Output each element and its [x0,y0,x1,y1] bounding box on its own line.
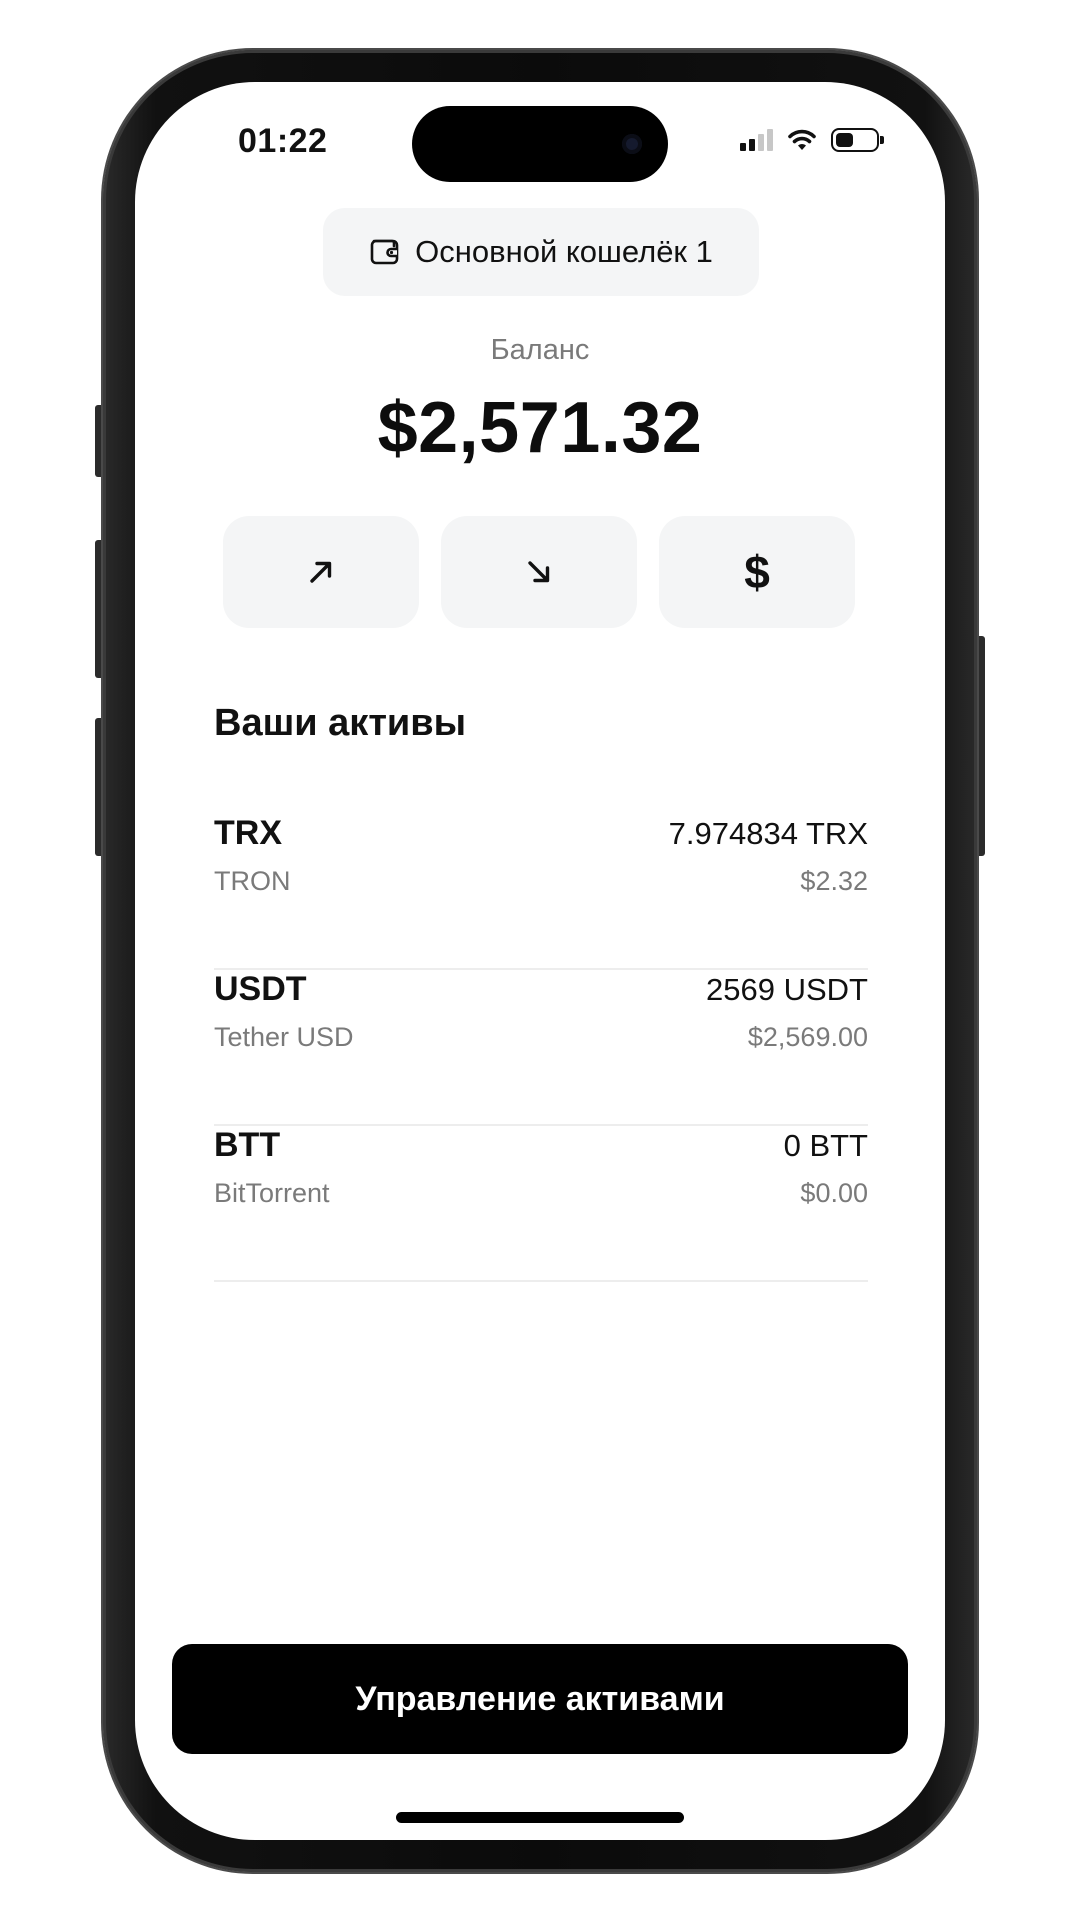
asset-fiat-value: $2,569.00 [747,1022,868,1052]
balance-amount: $2,571.32 [377,388,703,468]
arrow-down-right-icon [528,561,550,583]
asset-row-usdt[interactable]: USDT Tether USD 2569 USDT $2,569.00 [214,970,868,1126]
dollar-icon: $ [744,546,770,598]
wifi-icon [788,129,816,150]
buy-button[interactable]: $ [659,516,855,628]
asset-balance: 2569 USDT [706,972,868,1007]
asset-fiat-value: $2.32 [800,866,868,896]
receive-button[interactable] [441,516,637,628]
cellular-signal-icon [740,129,773,151]
wallet-selector[interactable]: Основной кошелёк 1 [323,208,759,296]
action-buttons: $ [223,516,855,628]
asset-balance: 7.974834 TRX [668,816,868,851]
asset-balance: 0 BTT [783,1128,868,1163]
manage-assets-button[interactable]: Управление активами [172,1644,908,1754]
asset-name: BitTorrent [214,1178,330,1208]
home-indicator [396,1812,684,1823]
asset-list: TRX TRON 7.974834 TRX $2.32 USDT Tether … [214,814,868,1282]
asset-symbol: TRX [214,814,282,852]
asset-symbol: USDT [214,970,307,1008]
asset-symbol: BTT [214,1126,281,1164]
asset-row-trx[interactable]: TRX TRON 7.974834 TRX $2.32 [214,814,868,970]
asset-fiat-value: $0.00 [800,1178,868,1208]
balance-label: Баланс [490,334,590,366]
battery-level [836,133,853,147]
arrow-up-right-icon [310,561,332,583]
assets-heading: Ваши активы [214,702,467,744]
wallet-icon [370,239,399,265]
battery-icon [831,128,884,152]
status-icons [740,128,884,152]
dynamic-island [412,106,668,182]
wallet-name: Основной кошелёк 1 [415,234,713,269]
asset-row-btt[interactable]: BTT BitTorrent 0 BTT $0.00 [214,1126,868,1282]
phone-screen: 01:22 Основной кошелёк 1 Баланс $2,571.3… [135,82,945,1840]
status-time: 01:22 [238,122,328,160]
send-button[interactable] [223,516,419,628]
asset-name: TRON [214,866,291,896]
asset-name: Tether USD [214,1022,354,1052]
front-camera-icon [622,134,642,154]
